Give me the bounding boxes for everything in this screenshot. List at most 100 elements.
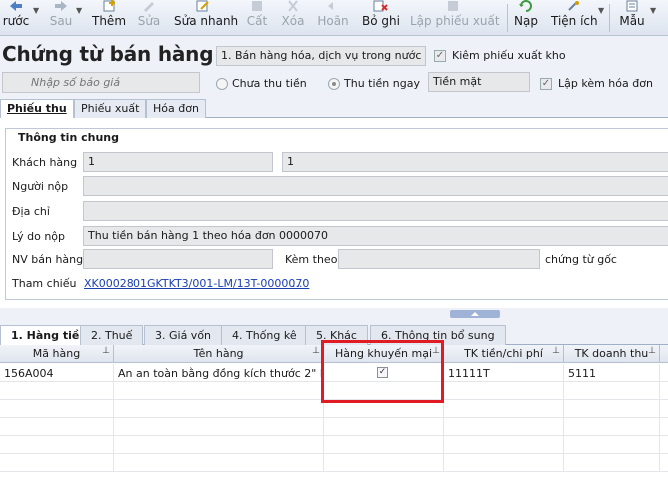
cell-more[interactable] — [660, 364, 668, 382]
pencil-icon — [144, 2, 154, 12]
salesperson-input[interactable] — [83, 249, 273, 269]
template-button[interactable]: Mẫu — [617, 0, 647, 36]
general-info-panel: Thông tin chung Khách hàng 1 1 Người nộp… — [0, 118, 668, 308]
customer-name-input[interactable]: 1 — [282, 152, 668, 172]
chevron-down-icon[interactable]: ▼ — [76, 6, 82, 15]
table-row[interactable] — [0, 454, 668, 472]
cell-code[interactable] — [0, 454, 114, 472]
create-receipt-button[interactable]: Lập phiếu xuất — [410, 0, 500, 36]
transaction-type-select[interactable]: 1. Bán hàng hóa, dịch vụ trong nước — [216, 46, 426, 66]
pin-icon[interactable]: ⊥ — [552, 346, 560, 356]
add-button[interactable]: Thêm — [92, 0, 126, 36]
column-header-revenue-account[interactable]: TK doanh thu ⊥ — [564, 345, 660, 363]
tab-receipt[interactable]: Phiếu thu — [0, 99, 74, 119]
arrow-left-icon — [10, 1, 22, 11]
address-label: Địa chỉ — [12, 205, 50, 218]
cell-revenue-account[interactable] — [564, 436, 660, 454]
tab-statistics[interactable]: 4. Thống kê — [221, 325, 308, 345]
quote-number-input[interactable] — [2, 72, 200, 93]
previous-button[interactable]: rước — [0, 0, 32, 36]
attach-count-input[interactable] — [338, 249, 540, 269]
load-button[interactable]: Nạp — [513, 0, 539, 36]
unpost-button[interactable]: Bỏ ghi — [362, 0, 400, 36]
document-tabs: Phiếu thu Phiếu xuất Hóa đơn — [0, 99, 668, 119]
cell-cash-account[interactable] — [444, 382, 564, 400]
cell-cash-account[interactable] — [444, 436, 564, 454]
refresh-icon — [519, 0, 532, 12]
export-slip-label: Kiêm phiếu xuất kho — [452, 49, 566, 62]
column-header-code[interactable]: Mã hàng ⊥ — [0, 345, 114, 363]
tab-cost[interactable]: 3. Giá vốn — [144, 325, 223, 345]
customer-label: Khách hàng — [12, 156, 78, 169]
cell-promo[interactable] — [324, 454, 444, 472]
cell-cash-account[interactable] — [444, 454, 564, 472]
pay-now-radio[interactable] — [328, 78, 340, 90]
payment-method-select[interactable]: Tiền mặt — [428, 72, 530, 92]
cell-name[interactable] — [114, 400, 324, 418]
cell-promo[interactable] — [324, 436, 444, 454]
undo-button[interactable]: Hoãn — [317, 0, 349, 36]
invoice-checkbox[interactable]: ✓ — [540, 78, 552, 90]
attach-label: Kèm theo — [285, 253, 338, 266]
column-header-cash-account[interactable]: TK tiền/chi phí ⊥ — [444, 345, 564, 363]
chevron-down-icon[interactable]: ▼ — [33, 6, 39, 15]
pin-icon[interactable]: ⊥ — [648, 346, 656, 356]
cell-revenue-account[interactable] — [564, 418, 660, 436]
receipt-icon — [448, 1, 458, 11]
cell-name[interactable]: An an toàn bằng đồng kích thước 2" hiệ — [114, 364, 324, 382]
table-row[interactable] — [0, 436, 668, 454]
utilities-button[interactable]: Tiện ích — [551, 0, 598, 36]
cell-code[interactable] — [0, 382, 114, 400]
cell-name[interactable] — [114, 382, 324, 400]
collapse-handle[interactable] — [450, 310, 500, 318]
delete-icon — [288, 0, 298, 12]
tab-invoice[interactable]: Hóa đơn — [146, 99, 206, 118]
cell-cash-account[interactable]: 11111T — [444, 364, 564, 382]
reference-link-invoice[interactable]: 01GKTKT3/001-LM/13T-0000070 — [133, 277, 309, 290]
edit-button[interactable]: Sửa — [137, 0, 161, 36]
reference-link-export[interactable]: XK00028 — [84, 277, 134, 290]
cell-code[interactable]: 156A004 — [0, 364, 114, 382]
cell-promo[interactable] — [324, 418, 444, 436]
cell-name[interactable] — [114, 418, 324, 436]
next-button[interactable]: Sau — [45, 0, 77, 36]
delete-button[interactable]: Xóa — [280, 0, 306, 36]
customer-code-input[interactable]: 1 — [83, 152, 273, 172]
cell-cash-account[interactable] — [444, 418, 564, 436]
previous-label: rước — [2, 14, 30, 28]
reason-input[interactable]: Thu tiền bán hàng 1 theo hóa đơn 0000070 — [83, 226, 668, 246]
cell-name[interactable] — [114, 436, 324, 454]
pin-icon[interactable]: ⊥ — [102, 346, 110, 356]
cell-revenue-account[interactable] — [564, 400, 660, 418]
pin-icon[interactable]: ⊥ — [312, 346, 320, 356]
cell-revenue-account[interactable] — [564, 382, 660, 400]
arrow-right-icon — [55, 1, 67, 11]
reference-more-link[interactable]: ... — [292, 277, 303, 290]
toolbar: rước ▼ Sau ▼ Thêm Sửa Sửa nhanh Cất Xóa … — [0, 0, 668, 36]
cell-code[interactable] — [0, 418, 114, 436]
column-header-name[interactable]: Tên hàng ⊥ — [114, 345, 324, 363]
cell-code[interactable] — [0, 436, 114, 454]
save-button[interactable]: Cất — [246, 0, 268, 36]
unpaid-label: Chưa thu tiền — [232, 77, 307, 90]
chevron-down-icon[interactable]: ▼ — [650, 6, 656, 15]
cell-name[interactable] — [114, 454, 324, 472]
cell-revenue-account[interactable] — [564, 454, 660, 472]
template-icon — [626, 0, 638, 12]
table-row[interactable] — [0, 418, 668, 436]
export-slip-checkbox[interactable]: ✓ — [434, 50, 446, 62]
create-receipt-label: Lập phiếu xuất — [410, 14, 500, 28]
tab-export-slip[interactable]: Phiếu xuất — [74, 99, 147, 118]
column-header-label: Tên hàng — [193, 347, 244, 360]
quick-edit-button[interactable]: Sửa nhanh — [174, 0, 238, 36]
cell-cash-account[interactable] — [444, 400, 564, 418]
tab-tax[interactable]: 2. Thuế — [80, 325, 144, 345]
cell-code[interactable] — [0, 400, 114, 418]
address-input[interactable] — [83, 201, 668, 221]
chevron-down-icon[interactable]: ▼ — [598, 6, 604, 15]
cell-revenue-account[interactable]: 5111 — [564, 364, 660, 382]
toolbar-divider — [507, 4, 508, 32]
payer-input[interactable] — [83, 176, 668, 196]
unpaid-radio[interactable] — [216, 78, 228, 90]
save-label: Cất — [246, 14, 268, 28]
